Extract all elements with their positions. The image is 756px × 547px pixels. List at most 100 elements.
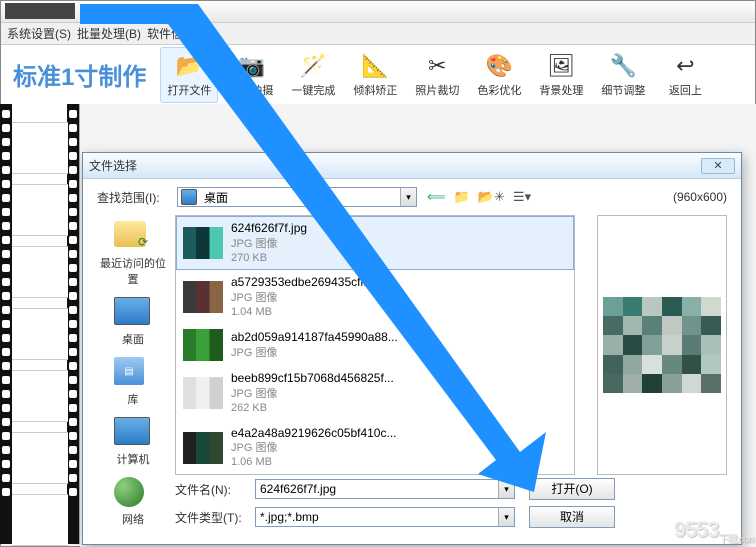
- file-item[interactable]: beeb899cf15b7068d456825f... JPG 图像 262 K…: [176, 366, 574, 420]
- thumbnail: [183, 227, 223, 259]
- watermark: 9553下载.com: [674, 517, 756, 545]
- close-icon[interactable]: ✕: [701, 158, 735, 174]
- new-folder-icon[interactable]: 📂✳: [478, 189, 505, 205]
- back-icon[interactable]: ⟸: [427, 189, 446, 205]
- tool-0[interactable]: 📂 打开文件: [160, 47, 218, 103]
- preview-pane: [597, 215, 727, 475]
- file-info: e4a2a48a9219626c05bf410c... JPG 图像 1.06 …: [231, 426, 397, 470]
- filename-value: 624f626f7f.jpg: [256, 482, 498, 496]
- file-type: JPG 图像: [231, 441, 397, 455]
- file-type: JPG 图像: [231, 291, 380, 305]
- film-cell[interactable]: [12, 184, 68, 236]
- up-icon[interactable]: 📁: [454, 189, 470, 205]
- file-type: JPG 图像: [231, 237, 307, 251]
- preview-image: [603, 297, 721, 393]
- file-item[interactable]: 624f626f7f.jpg JPG 图像 270 KB: [176, 216, 574, 270]
- tool-4[interactable]: ✂照片裁切: [408, 47, 466, 103]
- tool-2[interactable]: 🪄一键完成: [284, 47, 342, 103]
- tool-label: 联机拍摄: [229, 82, 273, 98]
- place-label: 计算机: [117, 451, 150, 467]
- nav-icons: ⟸ 📁 📂✳ ☰▾: [427, 189, 531, 205]
- chevron-down-icon[interactable]: ▾: [498, 508, 514, 526]
- filetype-value: *.jpg;*.bmp: [256, 510, 498, 524]
- tool-icon: ↩: [669, 52, 701, 80]
- film-cell[interactable]: [12, 370, 68, 422]
- tool-icon: 📷: [235, 52, 267, 80]
- tool-icon: 📂: [173, 52, 205, 80]
- file-name: e4a2a48a9219626c05bf410c...: [231, 426, 397, 442]
- place-4[interactable]: 网络: [114, 477, 152, 527]
- filetype-combo[interactable]: *.jpg;*.bmp ▾: [255, 507, 515, 527]
- place-0[interactable]: ⟳最近访问的位置: [97, 221, 169, 287]
- chevron-down-icon[interactable]: ▾: [498, 480, 514, 498]
- tool-icon: 🪄: [297, 52, 329, 80]
- tool-label: 细节调整: [601, 82, 645, 98]
- tool-label: 照片裁切: [415, 82, 459, 98]
- file-item[interactable]: e4a2a48a9219626c05bf410c... JPG 图像 1.06 …: [176, 421, 574, 475]
- file-list[interactable]: 624f626f7f.jpg JPG 图像 270 KB a5729353edb…: [175, 215, 575, 475]
- file-name: ab2d059a914187fa45990a88...: [231, 330, 398, 346]
- place-icon: ▤: [114, 357, 152, 389]
- tool-label: 倾斜矫正: [353, 82, 397, 98]
- toolbar: 标准1寸制作 📂打开文件📷联机拍摄🪄一键完成📐倾斜矫正✂照片裁切🎨色彩优化🖼背景…: [1, 45, 755, 105]
- place-label: 库: [128, 391, 139, 407]
- film-cell[interactable]: [12, 246, 68, 298]
- film-strip: [0, 104, 80, 544]
- menu-bar: 系统设置(S) 批量处理(B) 软件信息(H): [1, 23, 755, 45]
- tool-label: 打开文件: [167, 82, 211, 98]
- file-info: 624f626f7f.jpg JPG 图像 270 KB: [231, 221, 307, 265]
- place-3[interactable]: 计算机: [114, 417, 152, 467]
- file-dialog: 文件选择 ✕ 查找范围(I): 桌面 ▾ ⟸ 📁 📂✳ ☰▾ (960x600)…: [82, 152, 742, 545]
- view-icon[interactable]: ☰▾: [513, 189, 531, 205]
- tool-6[interactable]: 🖼背景处理: [532, 47, 590, 103]
- place-1[interactable]: 桌面: [114, 297, 152, 347]
- filename-input[interactable]: 624f626f7f.jpg ▾: [255, 479, 515, 499]
- desktop-icon: [181, 189, 197, 205]
- tool-7[interactable]: 🔧细节调整: [594, 47, 652, 103]
- look-in-combo[interactable]: 桌面 ▾: [177, 187, 417, 207]
- place-icon: [114, 417, 152, 449]
- chevron-down-icon[interactable]: ▾: [400, 188, 416, 206]
- filename-label: 文件名(N):: [175, 481, 255, 498]
- place-icon: [114, 297, 152, 329]
- open-button[interactable]: 打开(O): [529, 478, 615, 500]
- file-info: a5729353edbe269435cffb... JPG 图像 1.04 MB: [231, 275, 380, 319]
- place-2[interactable]: ▤库: [114, 357, 152, 407]
- file-type: JPG 图像: [231, 387, 394, 401]
- tool-8[interactable]: ↩ 返回上: [656, 47, 714, 103]
- look-in-label: 查找范围(I):: [97, 189, 177, 206]
- place-label: 最近访问的位置: [97, 255, 169, 287]
- tool-5[interactable]: 🎨色彩优化: [470, 47, 528, 103]
- tool-label: 返回上: [669, 82, 702, 98]
- tool-icon: 📐: [359, 52, 391, 80]
- title-bar: [1, 1, 755, 23]
- places-bar: ⟳最近访问的位置桌面▤库计算机网络: [97, 215, 169, 475]
- film-cell[interactable]: [12, 122, 68, 174]
- file-size: 1.06 MB: [231, 455, 397, 469]
- file-name: beeb899cf15b7068d456825f...: [231, 371, 394, 387]
- tool-1[interactable]: 📷 联机拍摄: [222, 47, 280, 103]
- file-name: 624f626f7f.jpg: [231, 221, 307, 237]
- file-item[interactable]: ab2d059a914187fa45990a88... JPG 图像: [176, 324, 574, 366]
- dialog-title-text: 文件选择: [89, 157, 137, 174]
- cancel-button[interactable]: 取消: [529, 506, 615, 528]
- file-type: JPG 图像: [231, 346, 398, 360]
- film-cell[interactable]: [12, 432, 68, 484]
- file-item[interactable]: a5729353edbe269435cffb... JPG 图像 1.04 MB: [176, 270, 574, 324]
- thumbnail: [183, 432, 223, 464]
- filetype-label: 文件类型(T):: [175, 509, 255, 526]
- film-cell[interactable]: [12, 308, 68, 360]
- file-size: 262 KB: [231, 401, 394, 415]
- place-label: 桌面: [122, 331, 144, 347]
- film-cell[interactable]: [12, 494, 68, 546]
- thumbnail: [183, 377, 223, 409]
- file-name: a5729353edbe269435cffb...: [231, 275, 380, 291]
- menu-batch[interactable]: 批量处理(B): [77, 25, 141, 42]
- place-icon: [114, 477, 152, 509]
- dialog-titlebar: 文件选择 ✕: [83, 153, 741, 179]
- tool-3[interactable]: 📐 倾斜矫正: [346, 47, 404, 103]
- menu-system[interactable]: 系统设置(S): [7, 25, 71, 42]
- place-icon: ⟳: [114, 221, 152, 253]
- look-in-value: 桌面: [200, 189, 400, 206]
- menu-info[interactable]: 软件信息(H): [147, 25, 212, 42]
